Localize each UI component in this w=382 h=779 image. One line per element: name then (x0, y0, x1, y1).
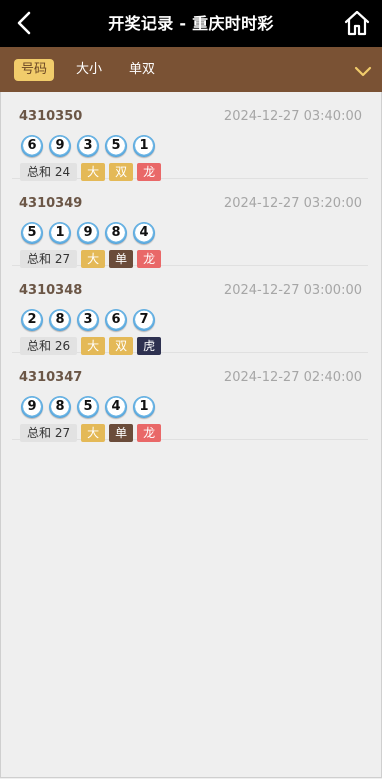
issue-number: 4310347 (19, 370, 83, 385)
draw-row: 4310349 2024-12-27 03:20:00 51984 总和 27 … (12, 179, 368, 268)
issue-number: 4310348 (19, 283, 83, 298)
home-icon (344, 10, 370, 36)
tab-parity[interactable]: 单双 (122, 59, 162, 81)
home-button[interactable] (344, 9, 370, 37)
sum-badge: 总和 27 (20, 424, 78, 442)
draw-time: 2024-12-27 03:00:00 (223, 283, 362, 298)
issue-number: 4310349 (19, 196, 83, 211)
expand-tabs-button[interactable] (354, 63, 372, 77)
result-ball: 4 (105, 396, 127, 418)
tab-number[interactable]: 号码 (14, 59, 55, 81)
result-ball: 5 (77, 396, 99, 418)
result-ball: 1 (49, 222, 71, 244)
draw-list: 4310350 2024-12-27 03:40:00 69351 总和 24 … (12, 92, 368, 442)
result-ball: 8 (49, 396, 71, 418)
dragon-tiger-badge: 龙 (137, 424, 162, 442)
result-ball: 8 (105, 222, 127, 244)
result-ball: 1 (133, 135, 155, 157)
chevron-down-icon (354, 66, 372, 77)
result-ball: 2 (21, 309, 43, 331)
draw-row: 4310347 2024-12-27 02:40:00 98541 总和 27 … (12, 353, 368, 442)
issue-number: 4310350 (19, 109, 83, 124)
result-ball: 3 (77, 309, 99, 331)
ball-group: 51984 (21, 222, 161, 248)
result-ball: 5 (21, 222, 43, 244)
result-ball: 8 (49, 309, 71, 331)
draw-row: 4310348 2024-12-27 03:00:00 28367 总和 26 … (12, 266, 368, 355)
result-ball: 3 (77, 135, 99, 157)
draw-time: 2024-12-27 03:20:00 (223, 196, 362, 211)
draw-row: 4310350 2024-12-27 03:40:00 69351 总和 24 … (12, 92, 368, 181)
draw-time: 2024-12-27 03:40:00 (223, 109, 362, 124)
result-tags: 总和 27 大 单 龙 (20, 424, 165, 442)
ball-group: 28367 (21, 309, 161, 335)
result-ball: 9 (49, 135, 71, 157)
result-ball: 5 (105, 135, 127, 157)
top-bar: 开奖记录 - 重庆时时彩 (0, 0, 382, 47)
ball-group: 98541 (21, 396, 161, 422)
tab-size[interactable]: 大小 (69, 59, 109, 81)
result-ball: 7 (133, 309, 155, 331)
draw-time: 2024-12-27 02:40:00 (223, 370, 362, 385)
result-ball: 6 (105, 309, 127, 331)
filter-tabs: 号码 大小 单双 (0, 47, 382, 92)
ball-group: 69351 (21, 135, 161, 161)
page-title: 开奖记录 - 重庆时时彩 (108, 14, 274, 33)
size-badge: 大 (81, 424, 106, 442)
result-ball: 1 (133, 396, 155, 418)
parity-badge: 单 (109, 424, 134, 442)
result-ball: 6 (21, 135, 43, 157)
result-ball: 4 (133, 222, 155, 244)
result-ball: 9 (21, 396, 43, 418)
result-ball: 9 (77, 222, 99, 244)
